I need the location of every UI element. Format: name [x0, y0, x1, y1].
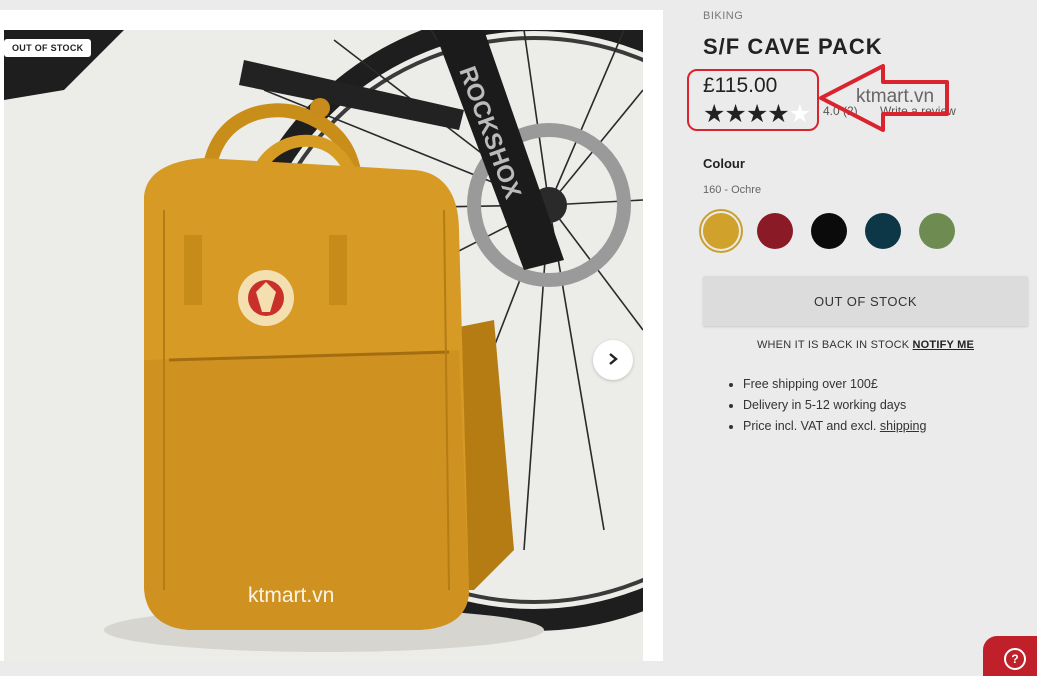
notify-row: WHEN IT IS BACK IN STOCK NOTIFY ME — [703, 339, 1028, 351]
colour-swatches — [699, 209, 955, 253]
price-vat-text: Price incl. VAT and excl. — [743, 419, 877, 433]
shipping-link[interactable]: shipping — [880, 419, 927, 433]
notify-text: WHEN IT IS BACK IN STOCK — [756, 339, 910, 351]
colour-swatch-red[interactable] — [757, 213, 793, 249]
product-category: BIKING — [703, 10, 744, 22]
side-watermark: ktmart.vn — [856, 86, 935, 107]
colour-label: Colour — [703, 156, 745, 171]
colour-swatch-black[interactable] — [811, 213, 847, 249]
free-shipping-text: Free shipping over 100£ — [743, 377, 878, 391]
colour-value: 160 - Ochre — [703, 184, 762, 196]
out-of-stock-button[interactable]: OUT OF STOCK — [703, 276, 1028, 326]
benefits-list: Free shipping over 100£ Delivery in 5-12… — [727, 374, 926, 437]
help-icon[interactable]: ? — [1004, 648, 1026, 670]
list-item: Price incl. VAT and excl. shipping — [743, 416, 926, 437]
next-image-button[interactable] — [593, 340, 633, 380]
image-watermark: ktmart.vn — [248, 584, 335, 607]
product-title: S/F CAVE PACK — [703, 34, 883, 59]
colour-swatch-green[interactable] — [919, 213, 955, 249]
out-of-stock-badge: OUT OF STOCK — [4, 39, 92, 57]
chevron-right-icon — [606, 352, 620, 369]
list-item: Free shipping over 100£ — [743, 374, 926, 395]
delivery-text: Delivery in 5-12 working days — [743, 398, 907, 412]
colour-swatch-ochre[interactable] — [699, 209, 743, 253]
price-highlight-box — [687, 69, 819, 131]
product-gallery: ROCKSHOX OUT OF STOCK ktmart.vn — [0, 10, 663, 661]
product-image: ROCKSHOX — [4, 30, 643, 661]
colour-swatch-navy[interactable] — [865, 213, 901, 249]
notify-me-link[interactable]: NOTIFY ME — [913, 339, 975, 351]
list-item: Delivery in 5-12 working days — [743, 395, 926, 416]
